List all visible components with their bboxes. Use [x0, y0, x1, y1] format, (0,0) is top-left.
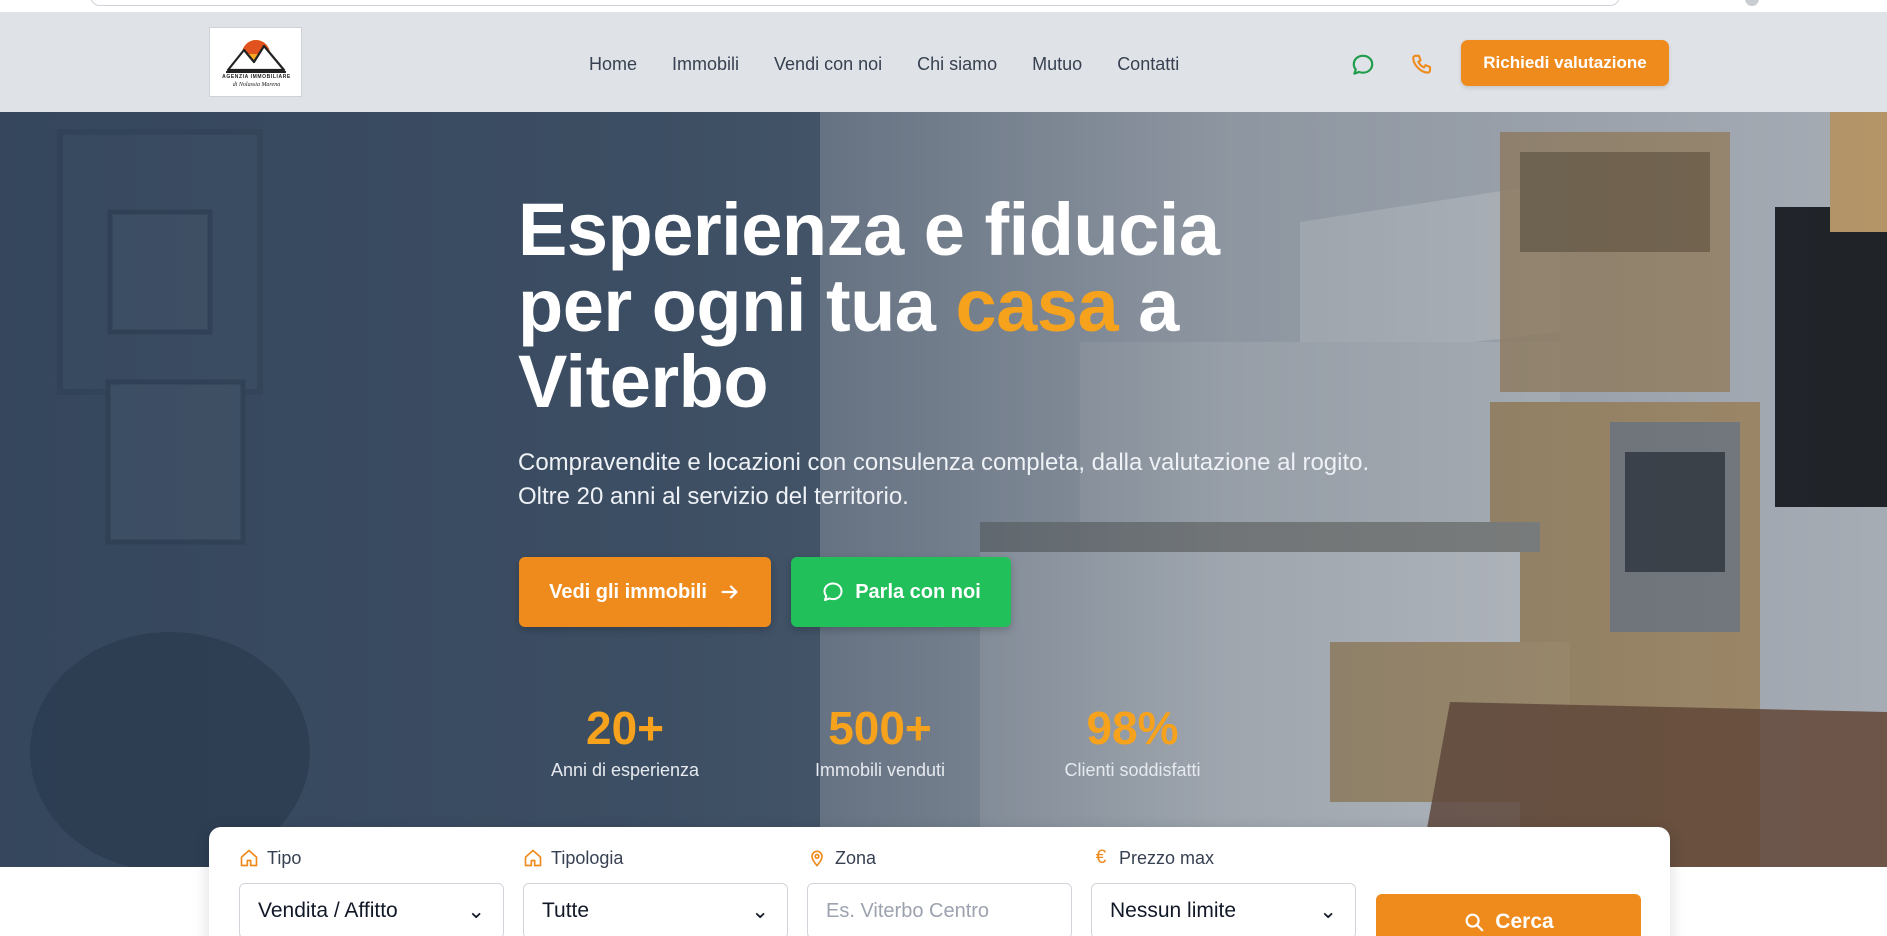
house-icon	[524, 849, 542, 867]
home-icon	[240, 849, 258, 867]
zona-input[interactable]: Es. Viterbo Centro	[807, 883, 1072, 936]
prezzo-select-value: Nessun limite	[1110, 899, 1237, 922]
nav-chi-siamo[interactable]: Chi siamo	[917, 52, 997, 76]
stat-satisfied-value: 98%	[1086, 702, 1179, 754]
stat-sold-value: 500+	[828, 702, 932, 754]
chat-bubble-icon	[823, 582, 843, 601]
address-bar[interactable]	[90, 0, 1620, 6]
stat-satisfied: 98% Clienti soddisfatti	[1055, 702, 1210, 781]
view-properties-button[interactable]: Vedi gli immobili	[519, 557, 771, 627]
request-valuation-button[interactable]: Richiedi valutazione	[1461, 40, 1669, 86]
hero-title-line3: Viterbo	[518, 340, 769, 423]
tipo-select[interactable]: Vendita / Affitto ⌄	[239, 883, 504, 936]
site-header: AGENZIA IMMOBILIARE di Nolassia Marena H…	[0, 12, 1887, 112]
zona-field: Zona Es. Viterbo Centro	[807, 847, 1072, 936]
stat-years-value: 20+	[585, 702, 665, 754]
chevron-down-icon: ⌄	[467, 899, 485, 923]
tipologia-field: Tipologia Tutte ⌄	[523, 847, 788, 936]
stat-years: 20+ Anni di esperienza	[545, 702, 705, 781]
nav-contatti[interactable]: Contatti	[1117, 52, 1179, 76]
chevron-down-icon: ⌄	[751, 899, 769, 923]
phone-icon[interactable]	[1410, 52, 1436, 78]
stat-satisfied-label: Clienti soddisfatti	[1064, 760, 1201, 780]
prezzo-field: € Prezzo max Nessun limite ⌄	[1091, 847, 1356, 936]
nav-immobili[interactable]: Immobili	[672, 52, 739, 76]
stat-years-label: Anni di esperienza	[550, 760, 700, 780]
talk-to-us-button[interactable]: Parla con noi	[791, 557, 1011, 627]
main-nav: Home Immobili Vendi con noi Chi siamo Mu…	[589, 52, 1179, 76]
logo-mountains-icon	[226, 40, 286, 73]
hero-section: Esperienza e fiducia per ogni tua casa a…	[0, 112, 1887, 867]
browser-strip	[0, 0, 1887, 12]
tipologia-select-value: Tutte	[542, 899, 590, 922]
hero-title-line1: Esperienza e fiducia	[518, 188, 1220, 271]
nav-mutuo[interactable]: Mutuo	[1032, 52, 1082, 76]
tipo-label-text: Tipo	[267, 847, 302, 868]
tipologia-select[interactable]: Tutte ⌄	[523, 883, 788, 936]
prezzo-select[interactable]: Nessun limite ⌄	[1091, 883, 1356, 936]
agency-logo[interactable]: AGENZIA IMMOBILIARE di Nolassia Marena	[209, 27, 302, 97]
search-icon	[1465, 913, 1484, 932]
property-search-card: Tipo Vendita / Affitto ⌄ Tipologia Tutte…	[209, 827, 1670, 936]
hero-title-accent: casa	[955, 264, 1119, 347]
prezzo-label-text: Prezzo max	[1119, 847, 1215, 868]
euro-icon: €	[1095, 847, 1107, 868]
search-button[interactable]: Cerca	[1376, 894, 1641, 936]
nav-vendi-con-noi[interactable]: Vendi con noi	[774, 52, 882, 76]
map-pin-icon	[811, 850, 823, 867]
stat-sold: 500+ Immobili venduti	[805, 702, 955, 781]
hero-title: Esperienza e fiducia per ogni tua casa a…	[518, 192, 1278, 420]
hero-title-line2b: a	[1118, 264, 1179, 347]
prezzo-label: € Prezzo max	[1091, 847, 1356, 869]
arrow-right-icon	[721, 585, 738, 599]
zona-label-text: Zona	[835, 847, 877, 868]
nav-home[interactable]: Home	[589, 52, 637, 76]
hero-subtitle: Compravendite e locazioni con consulenza…	[518, 449, 1370, 510]
tipologia-label: Tipologia	[523, 847, 788, 869]
chevron-down-icon: ⌄	[1319, 899, 1337, 923]
browser-account-icon[interactable]	[1745, 0, 1759, 6]
tipo-field: Tipo Vendita / Affitto ⌄	[239, 847, 504, 936]
stat-sold-label: Immobili venduti	[814, 760, 946, 780]
talk-to-us-label: Parla con noi	[855, 580, 981, 603]
zona-label: Zona	[807, 847, 1072, 869]
hero-title-line2a: per ogni tua	[518, 264, 956, 347]
logo-text-line1: AGENZIA IMMOBILIARE	[222, 74, 291, 80]
tipo-select-value: Vendita / Affitto	[258, 899, 398, 922]
tipo-label: Tipo	[239, 847, 504, 869]
chat-icon[interactable]	[1350, 52, 1376, 78]
view-properties-label: Vedi gli immobili	[549, 580, 707, 603]
tipologia-label-text: Tipologia	[551, 847, 624, 868]
search-button-label: Cerca	[1495, 910, 1554, 933]
logo-text-line2: di Nolassia Marena	[232, 82, 281, 88]
zona-input-placeholder: Es. Viterbo Centro	[826, 899, 990, 922]
